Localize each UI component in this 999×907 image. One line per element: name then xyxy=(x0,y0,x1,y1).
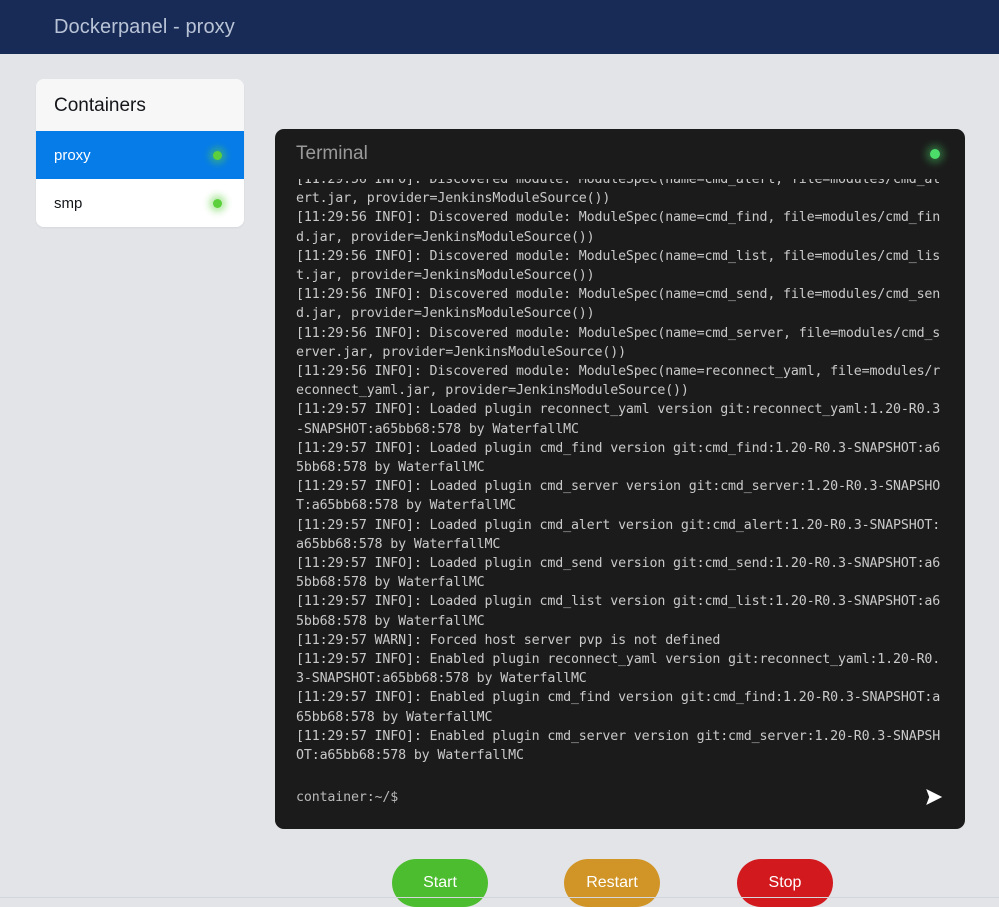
terminal-log-line: [11:29:56 INFO]: Discovered module: Modu… xyxy=(296,210,941,245)
terminal-header: Terminal xyxy=(275,129,965,179)
terminal-status-dot-icon xyxy=(930,149,940,159)
send-command-button[interactable] xyxy=(923,786,945,808)
terminal-log-line: [11:29:56 INFO]: Discovered module: Modu… xyxy=(296,179,941,207)
status-dot-running-icon xyxy=(213,198,222,208)
terminal-log-line: [11:29:56 INFO]: Discovered module: Modu… xyxy=(296,364,941,399)
terminal-log-line: [11:29:57 INFO]: Enabled plugin reconnec… xyxy=(296,652,941,687)
terminal-log-line: [11:29:57 INFO]: Loaded plugin cmd_find … xyxy=(296,440,941,476)
terminal-log-line: [11:29:57 INFO]: Loaded plugin cmd_alert… xyxy=(296,517,941,552)
terminal-log-line: [11:29:57 INFO]: Loaded plugin cmd_send … xyxy=(296,556,941,591)
terminal-log-line: [11:29:57 WARN]: Forced host server pvp … xyxy=(296,632,721,648)
terminal-log-line: [11:29:57 INFO]: Enabled plugin cmd_find… xyxy=(296,690,941,725)
terminal-log-line: [11:29:57 INFO]: Loaded plugin cmd_serve… xyxy=(296,479,941,514)
stop-button[interactable]: Stop xyxy=(737,859,833,907)
app-titlebar: Dockerpanel - proxy xyxy=(0,0,999,54)
terminal-log-line: [11:29:57 INFO]: Loaded plugin cmd_list … xyxy=(296,594,941,629)
page-body: Containers proxy smp Terminal [11:29:56 … xyxy=(0,54,999,907)
terminal-title: Terminal xyxy=(296,143,368,164)
terminal-output-area[interactable]: [11:29:56 INFO]: Discovered module: Modu… xyxy=(275,179,965,765)
sidebar-item-label: proxy xyxy=(54,146,91,164)
terminal-panel: Terminal [11:29:56 INFO]: Discovered mod… xyxy=(275,129,965,829)
sidebar-item-proxy[interactable]: proxy xyxy=(36,131,244,179)
sidebar-item-smp[interactable]: smp xyxy=(36,179,244,227)
containers-panel-heading: Containers xyxy=(36,79,244,131)
status-dot-running-icon xyxy=(213,150,222,160)
sidebar-item-label: smp xyxy=(54,194,83,212)
terminal-log-line: [11:29:56 INFO]: Discovered module: Modu… xyxy=(296,325,941,360)
terminal-prompt-label: container:~/$ xyxy=(296,789,399,805)
terminal-log-line: [11:29:56 INFO]: Discovered module: Modu… xyxy=(296,248,941,284)
container-actions: Start Restart Stop xyxy=(275,859,965,907)
start-button[interactable]: Start xyxy=(392,859,488,907)
terminal-log: [11:29:56 INFO]: Discovered module: Modu… xyxy=(296,179,945,765)
app-title: Dockerpanel - proxy xyxy=(54,15,235,38)
containers-panel: Containers proxy smp xyxy=(36,79,244,227)
restart-button[interactable]: Restart xyxy=(564,859,660,907)
terminal-log-line: [11:29:57 INFO]: Loaded plugin reconnect… xyxy=(296,402,941,437)
send-icon xyxy=(924,787,944,807)
terminal-log-line: [11:29:57 INFO]: Enabled plugin cmd_serv… xyxy=(296,728,941,764)
terminal-input-row[interactable]: container:~/$ xyxy=(275,765,965,829)
terminal-log-line: [11:29:56 INFO]: Discovered module: Modu… xyxy=(296,287,941,322)
